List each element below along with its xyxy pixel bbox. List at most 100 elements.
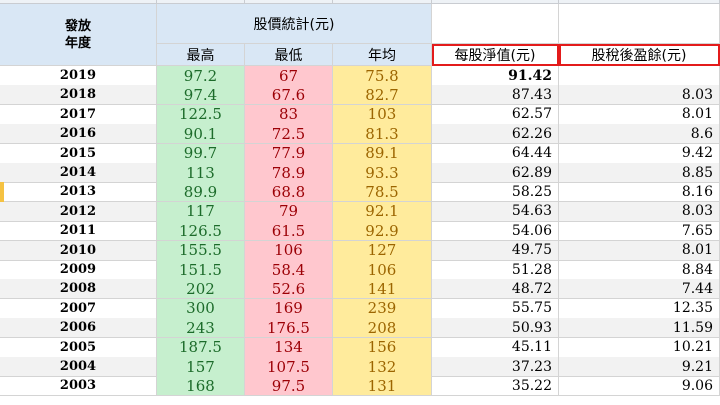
spreadsheet-grid[interactable]: A B C D E F 發放 年度 股價統計(元) 最高 最低 年均 每股淨值(… — [0, 0, 720, 405]
cell-low[interactable]: 106 — [245, 240, 333, 261]
cell-high[interactable]: 97.4 — [157, 85, 245, 106]
cell-eps[interactable]: 7.44 — [559, 279, 720, 300]
price-stats-header[interactable]: 股價統計(元) — [157, 4, 432, 44]
cell-year[interactable]: 2011 — [0, 221, 157, 242]
cell-avg[interactable]: 131 — [333, 376, 432, 397]
cell-high[interactable]: 202 — [157, 279, 245, 300]
cell-eps[interactable]: 9.42 — [559, 143, 720, 164]
cell-bvps[interactable]: 50.93 — [432, 318, 559, 339]
cell-low[interactable]: 107.5 — [245, 357, 333, 377]
cell-avg[interactable]: 156 — [333, 337, 432, 358]
cell-bvps[interactable]: 45.11 — [432, 337, 559, 358]
cell-eps[interactable]: 8.6 — [559, 124, 720, 145]
cell-bvps[interactable]: 51.28 — [432, 260, 559, 280]
cell-eps[interactable]: 8.16 — [559, 182, 720, 203]
cell-high[interactable]: 151.5 — [157, 260, 245, 280]
cell-year[interactable]: 2014 — [0, 163, 157, 183]
cell-eps[interactable]: 10.21 — [559, 337, 720, 358]
cell-low[interactable]: 83 — [245, 104, 333, 125]
cell-high[interactable]: 99.7 — [157, 143, 245, 164]
cell-avg[interactable]: 81.3 — [333, 124, 432, 145]
cell-bvps[interactable]: 54.06 — [432, 221, 559, 242]
empty-cell[interactable] — [559, 4, 720, 44]
cell-high[interactable]: 126.5 — [157, 221, 245, 242]
cell-low[interactable]: 176.5 — [245, 318, 333, 339]
cell-eps[interactable]: 9.21 — [559, 357, 720, 377]
cell-avg[interactable]: 106 — [333, 260, 432, 280]
cell-bvps[interactable]: 87.43 — [432, 85, 559, 106]
eps-header[interactable]: 股稅後盈餘(元) — [559, 44, 720, 66]
cell-year[interactable]: 2005 — [0, 337, 157, 358]
cell-eps[interactable]: 8.01 — [559, 104, 720, 125]
cell-year[interactable]: 2006 — [0, 318, 157, 339]
cell-high[interactable]: 155.5 — [157, 240, 245, 261]
cell-low[interactable]: 67 — [245, 66, 333, 86]
cell-eps[interactable]: 7.65 — [559, 221, 720, 242]
cell-bvps[interactable]: 54.63 — [432, 201, 559, 222]
cell-low[interactable]: 78.9 — [245, 163, 333, 183]
cell-bvps[interactable]: 48.72 — [432, 279, 559, 300]
cell-year[interactable]: 2012 — [0, 201, 157, 222]
cell-low[interactable]: 77.9 — [245, 143, 333, 164]
cell-high[interactable]: 117 — [157, 201, 245, 222]
cell-high[interactable]: 113 — [157, 163, 245, 183]
cell-low[interactable]: 52.6 — [245, 279, 333, 300]
cell-bvps[interactable]: 55.75 — [432, 298, 559, 319]
cell-low[interactable]: 61.5 — [245, 221, 333, 242]
cell-low[interactable]: 67.6 — [245, 85, 333, 106]
cell-avg[interactable]: 141 — [333, 279, 432, 300]
cell-avg[interactable]: 208 — [333, 318, 432, 339]
year-header[interactable]: 發放 年度 — [0, 4, 157, 66]
cell-eps[interactable] — [559, 66, 720, 86]
cell-low[interactable]: 134 — [245, 337, 333, 358]
low-header[interactable]: 最低 — [245, 44, 333, 66]
cell-eps[interactable]: 9.06 — [559, 376, 720, 397]
cell-bvps[interactable]: 35.22 — [432, 376, 559, 397]
cell-high[interactable]: 122.5 — [157, 104, 245, 125]
bvps-header[interactable]: 每股淨值(元) — [432, 44, 559, 66]
cell-year[interactable]: 2003 — [0, 376, 157, 397]
cell-low[interactable]: 58.4 — [245, 260, 333, 280]
cell-high[interactable]: 243 — [157, 318, 245, 339]
cell-avg[interactable]: 127 — [333, 240, 432, 261]
cell-high[interactable]: 187.5 — [157, 337, 245, 358]
cell-high[interactable]: 168 — [157, 376, 245, 397]
cell-year[interactable]: 2015 — [0, 143, 157, 164]
cell-year[interactable]: 2013 — [0, 182, 157, 203]
cell-avg[interactable]: 92.9 — [333, 221, 432, 242]
cell-high[interactable]: 90.1 — [157, 124, 245, 145]
cell-year[interactable]: 2018 — [0, 85, 157, 106]
cell-high[interactable]: 157 — [157, 357, 245, 377]
cell-year[interactable]: 2019 — [0, 66, 157, 86]
cell-eps[interactable]: 12.35 — [559, 298, 720, 319]
cell-high[interactable]: 89.9 — [157, 182, 245, 203]
cell-avg[interactable]: 103 — [333, 104, 432, 125]
cell-year[interactable]: 2017 — [0, 104, 157, 125]
cell-eps[interactable]: 8.03 — [559, 201, 720, 222]
cell-avg[interactable]: 93.3 — [333, 163, 432, 183]
cell-low[interactable]: 169 — [245, 298, 333, 319]
cell-eps[interactable]: 8.01 — [559, 240, 720, 261]
cell-year[interactable]: 2007 — [0, 298, 157, 319]
cell-bvps[interactable]: 49.75 — [432, 240, 559, 261]
cell-year[interactable]: 2008 — [0, 279, 157, 300]
cell-low[interactable]: 68.8 — [245, 182, 333, 203]
cell-eps[interactable]: 8.84 — [559, 260, 720, 280]
cell-bvps[interactable]: 64.44 — [432, 143, 559, 164]
empty-cell[interactable] — [432, 4, 559, 44]
cell-year[interactable]: 2010 — [0, 240, 157, 261]
cell-avg[interactable]: 239 — [333, 298, 432, 319]
cell-bvps[interactable]: 62.57 — [432, 104, 559, 125]
cell-year[interactable]: 2016 — [0, 124, 157, 145]
cell-avg[interactable]: 75.8 — [333, 66, 432, 86]
cell-bvps[interactable]: 37.23 — [432, 357, 559, 377]
cell-avg[interactable]: 78.5 — [333, 182, 432, 203]
cell-avg[interactable]: 92.1 — [333, 201, 432, 222]
cell-avg[interactable]: 132 — [333, 357, 432, 377]
cell-eps[interactable]: 11.59 — [559, 318, 720, 339]
cell-year[interactable]: 2004 — [0, 357, 157, 377]
cell-high[interactable]: 97.2 — [157, 66, 245, 86]
cell-eps[interactable]: 8.03 — [559, 85, 720, 106]
cell-bvps[interactable]: 58.25 — [432, 182, 559, 203]
cell-avg[interactable]: 89.1 — [333, 143, 432, 164]
